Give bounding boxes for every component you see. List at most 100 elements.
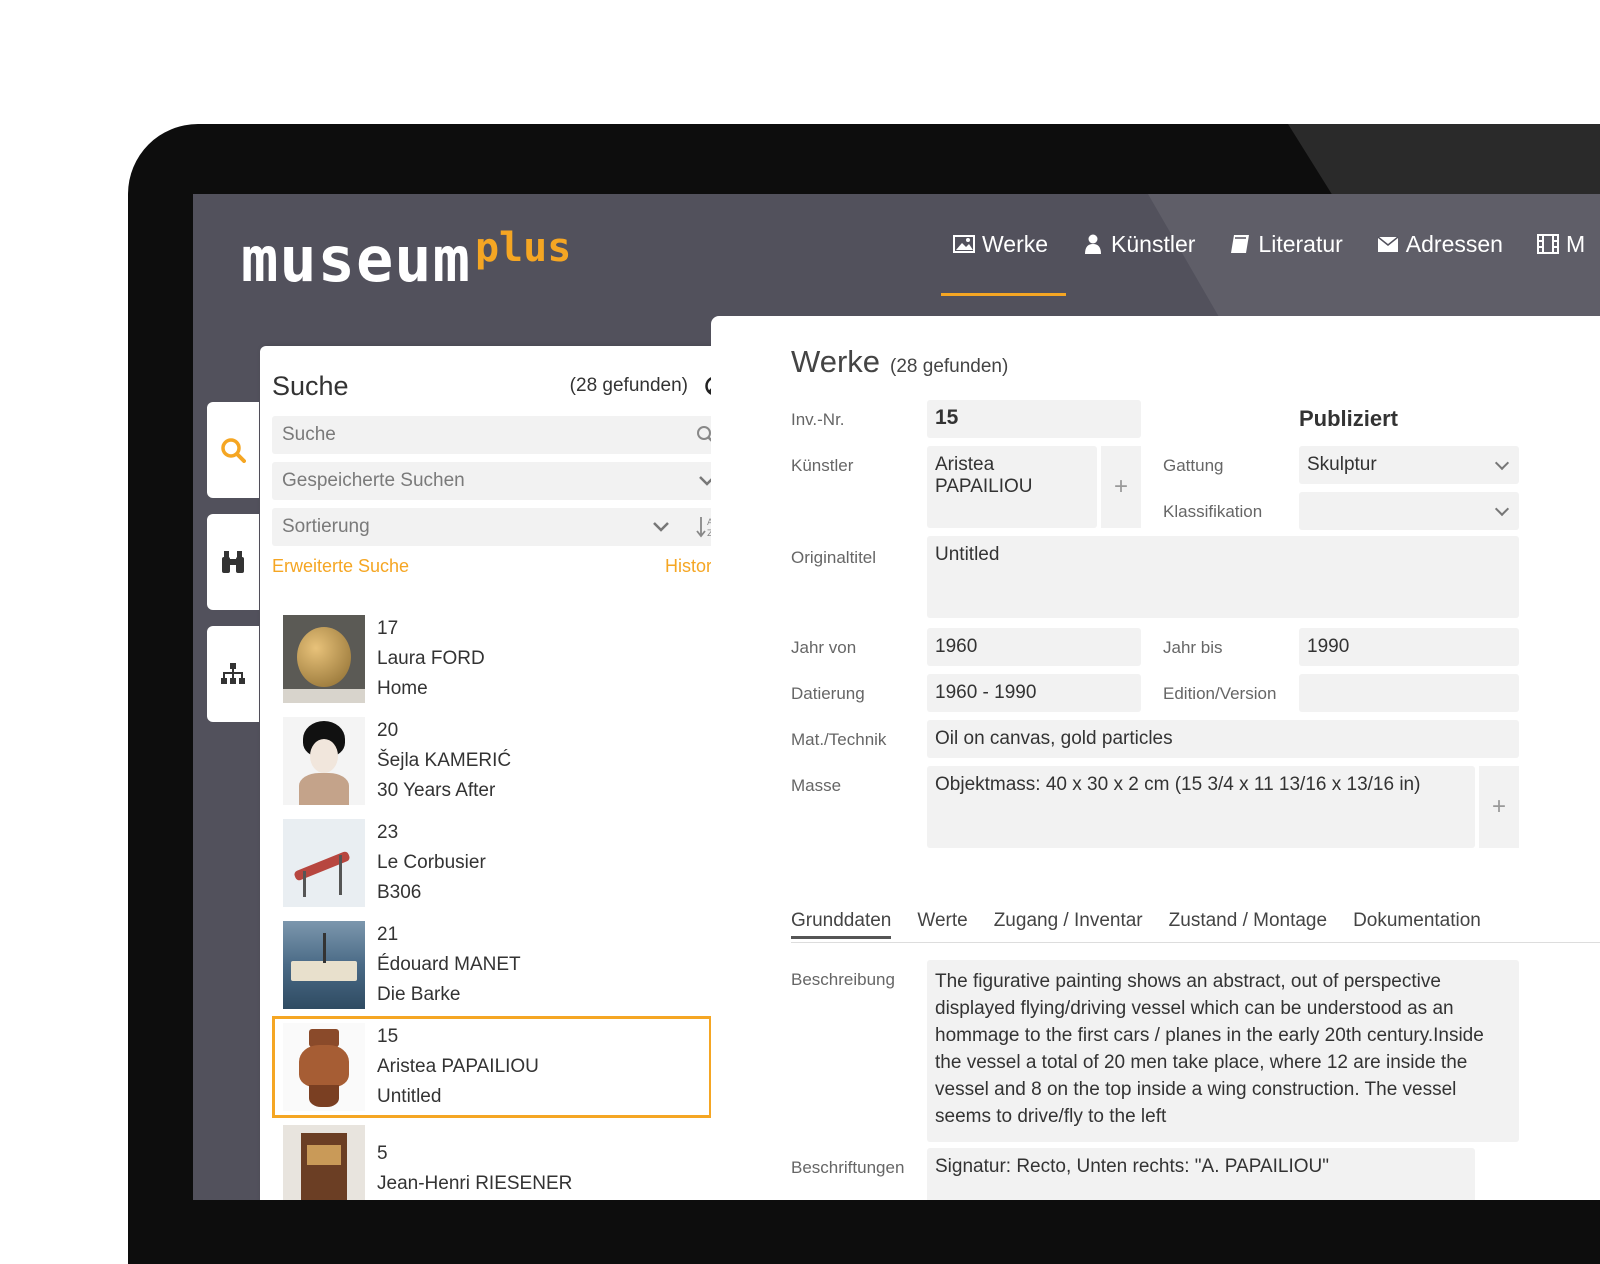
nav-media[interactable]: M <box>1536 224 1585 264</box>
add-measure-button[interactable]: + <box>1479 766 1519 848</box>
result-text: 21 Édouard MANET Die Barke <box>377 920 521 1010</box>
year-from-field[interactable]: 1960 <box>927 628 1141 666</box>
book-icon <box>1231 235 1250 253</box>
binoculars-icon <box>222 551 244 573</box>
result-title: Home <box>377 678 428 699</box>
list-item[interactable]: 23 Le Corbusier B306 <box>272 812 712 914</box>
list-item[interactable]: 5 Jean-Henri RIESENER <box>272 1118 712 1200</box>
tab-zustand[interactable]: Zustand / Montage <box>1169 910 1327 939</box>
result-thumbnail <box>283 717 365 805</box>
list-item[interactable]: 17 Laura FORD Home <box>272 608 712 710</box>
chevron-down-icon <box>653 522 669 532</box>
result-text: 15 Aristea PAPAILIOU Untitled <box>377 1022 539 1112</box>
result-id: 21 <box>377 924 399 945</box>
description-field[interactable]: The figurative painting shows an abstrac… <box>927 960 1519 1142</box>
result-artist: Aristea PAPAILIOU <box>377 1056 539 1077</box>
list-item-selected[interactable]: 15 Aristea PAPAILIOU Untitled <box>272 1016 712 1118</box>
result-text: 17 Laura FORD Home <box>377 614 485 704</box>
result-artist: Šejla KAMERIĆ <box>377 750 512 771</box>
classification-label: Klassifikation <box>1163 502 1263 521</box>
list-item[interactable]: 20 Šejla KAMERIĆ 30 Years After <box>272 710 712 812</box>
result-thumbnail <box>283 1125 365 1200</box>
result-thumbnail <box>283 819 365 907</box>
nav-literatur[interactable]: Literatur <box>1229 224 1343 264</box>
nav-adressen[interactable]: Adressen <box>1377 224 1503 264</box>
search-input-placeholder: Suche <box>282 424 336 445</box>
detail-tabs: Grunddaten Werte Zugang / Inventar Zusta… <box>791 910 1481 939</box>
measure-label: Masse <box>791 776 842 795</box>
add-artist-button[interactable]: + <box>1101 446 1141 528</box>
result-thumbnail <box>283 1023 365 1111</box>
saved-searches-label: Gespeicherte Suchen <box>282 470 465 491</box>
result-title: Die Barke <box>377 984 461 1005</box>
detail-count: (28 gefunden) <box>890 356 1009 377</box>
sort-select[interactable]: Sortierung AZ <box>272 508 726 546</box>
detail-panel: Werke (28 gefunden) Inv.-Nr. 15 Publizie… <box>711 316 1600 1200</box>
search-input[interactable]: Suche <box>272 416 726 454</box>
result-thumbnail <box>283 921 365 1009</box>
museumplus-logo[interactable]: museum plus <box>241 225 572 291</box>
result-artist: Jean-Henri RIESENER <box>377 1173 573 1194</box>
artist-label: Künstler <box>791 456 854 475</box>
original-title-field[interactable]: Untitled <box>927 536 1519 618</box>
result-thumbnail <box>283 615 365 703</box>
result-artist: Le Corbusier <box>377 852 486 873</box>
person-icon <box>1085 234 1102 254</box>
tab-zugang[interactable]: Zugang / Inventar <box>994 910 1143 939</box>
logo-plus-text: plus <box>474 225 572 271</box>
tab-hierarchy[interactable] <box>207 626 259 722</box>
genre-label: Gattung <box>1163 456 1224 475</box>
app-screen: museum plus Werke Künstler Literatur Adr… <box>193 194 1600 1200</box>
advanced-search-link[interactable]: Erweiterte Suche <box>272 556 409 577</box>
inscriptions-field[interactable]: Signatur: Recto, Unten rechts: "A. PAPAI… <box>927 1148 1475 1200</box>
material-field[interactable]: Oil on canvas, gold particles <box>927 720 1519 758</box>
result-title: B306 <box>377 882 422 903</box>
inv-nr-field[interactable]: 15 <box>927 400 1141 438</box>
edition-field[interactable] <box>1299 674 1519 712</box>
genre-select[interactable]: Skulptur <box>1299 446 1519 484</box>
bezel-reflection <box>1288 124 1600 204</box>
result-id: 15 <box>377 1026 399 1047</box>
result-text: 5 Jean-Henri RIESENER <box>377 1139 572 1199</box>
search-header: Suche (28 gefunden) <box>272 364 726 408</box>
page-title: Werke <box>791 344 881 379</box>
hierarchy-icon <box>221 663 245 684</box>
classification-select[interactable] <box>1299 492 1519 530</box>
tab-grunddaten[interactable]: Grunddaten <box>791 910 892 939</box>
search-count: (28 gefunden) <box>569 375 688 396</box>
result-title: 30 Years After <box>377 780 496 801</box>
saved-searches-select[interactable]: Gespeicherte Suchen <box>272 462 726 500</box>
edition-label: Edition/Version <box>1163 684 1277 703</box>
year-to-field[interactable]: 1990 <box>1299 628 1519 666</box>
dating-label: Datierung <box>791 684 865 703</box>
result-artist: Édouard MANET <box>377 954 521 975</box>
result-id: 20 <box>377 720 399 741</box>
year-to-label: Jahr bis <box>1163 638 1223 657</box>
result-artist: Laura FORD <box>377 648 485 669</box>
tab-search[interactable] <box>207 402 259 498</box>
description-label: Beschreibung <box>791 970 895 989</box>
nav-kuenstler[interactable]: Künstler <box>1082 224 1195 264</box>
inscriptions-label: Beschriftungen <box>791 1158 905 1177</box>
tab-dokumentation[interactable]: Dokumentation <box>1353 910 1481 939</box>
chevron-down-icon <box>1494 455 1510 471</box>
sidebar-tabs <box>207 402 259 738</box>
artist-field[interactable]: Aristea PAPAILIOU <box>927 446 1097 528</box>
search-links: Erweiterte Suche Historie <box>272 556 726 577</box>
tab-binoculars[interactable] <box>207 514 259 610</box>
year-from-label: Jahr von <box>791 638 857 657</box>
film-icon <box>1536 234 1559 254</box>
tabs-divider <box>791 942 1600 943</box>
measure-field[interactable]: Objektmass: 40 x 30 x 2 cm (15 3/4 x 11 … <box>927 766 1475 848</box>
original-title-label: Originaltitel <box>791 548 877 567</box>
search-title: Suche <box>272 370 349 401</box>
list-item[interactable]: 21 Édouard MANET Die Barke <box>272 914 712 1016</box>
nav-adressen-label: Adressen <box>1405 230 1503 257</box>
dating-field[interactable]: 1960 - 1990 <box>927 674 1141 712</box>
search-panel: Suche (28 gefunden) Suche Gespeicherte S… <box>260 346 738 1200</box>
nav-werke[interactable]: Werke <box>940 224 1067 296</box>
search-icon <box>221 438 246 463</box>
detail-header: Werke (28 gefunden) <box>791 344 1600 380</box>
main-nav: Werke Künstler Literatur Adressen M <box>940 224 1585 296</box>
tab-werte[interactable]: Werte <box>917 910 967 939</box>
